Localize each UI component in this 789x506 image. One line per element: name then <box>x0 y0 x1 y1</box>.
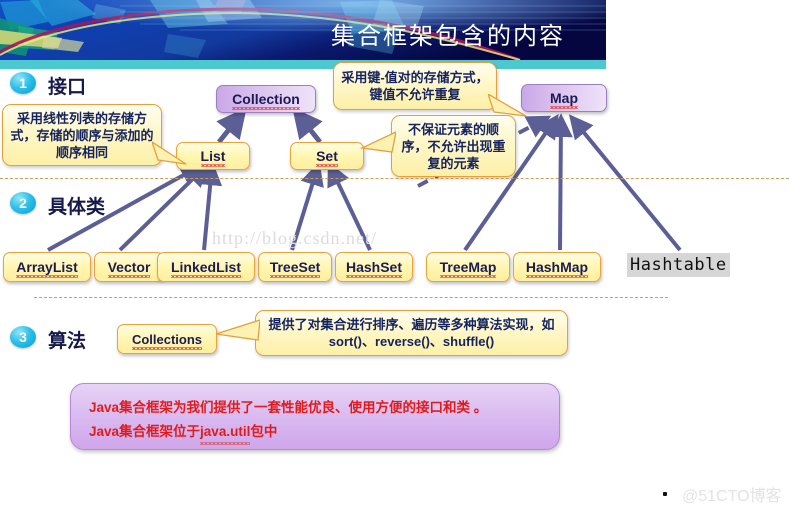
section-number-3: 3 <box>10 326 36 348</box>
node-set[interactable]: Set <box>290 142 364 170</box>
section-number-2: 2 <box>10 192 36 214</box>
node-treemap[interactable]: TreeMap <box>426 252 510 282</box>
callout-set-description: 不保证元素的顺序，不允许出现重复的元素 <box>391 115 516 177</box>
callout-list-tail <box>152 141 187 165</box>
summary-line-2: Java集合框架位于java.util包中 <box>89 422 543 445</box>
node-hashset[interactable]: HashSet <box>335 252 413 282</box>
node-arraylist[interactable]: ArrayList <box>3 252 91 282</box>
callout-set-tail <box>360 131 396 153</box>
title-banner: 集合框架包含的内容 <box>0 0 606 60</box>
divider-interfaces-classes <box>0 178 789 179</box>
section-label-algorithms: 算法 <box>48 331 87 352</box>
callout-algorithms-description: 提供了对集合进行排序、遍历等多种算法实现，如 sort()、reverse()、… <box>255 310 568 356</box>
page-title: 集合框架包含的内容 <box>331 24 565 50</box>
node-collections[interactable]: Collections <box>117 324 217 354</box>
section-label-classes: 具体类 <box>48 197 106 218</box>
node-hashmap[interactable]: HashMap <box>513 252 601 282</box>
watermark-center: http://blog.csdn.net/ <box>212 228 377 248</box>
watermark-corner: @51CTO博客 <box>682 488 782 505</box>
banner-accent-strip <box>0 60 606 69</box>
callout-map-description: 采用键-值对的存储方式，键值不允许重复 <box>333 62 497 110</box>
node-hashtable[interactable]: Hashtable <box>627 253 730 277</box>
node-treeset[interactable]: TreeSet <box>258 252 332 282</box>
node-collection[interactable]: Collection <box>216 85 316 113</box>
callout-algorithms-tail <box>215 319 260 341</box>
divider-classes-algorithms <box>34 297 668 298</box>
summary-line-1: Java集合框架为我们提供了一套性能优良、使用方便的接口和类 。 <box>89 400 488 415</box>
summary-box: Java集合框架为我们提供了一套性能优良、使用方便的接口和类 。 Java集合框… <box>70 383 560 450</box>
slide-canvas: 集合框架包含的内容 1 接口 Collection Map List Set 采… <box>0 0 789 506</box>
section-number-1: 1 <box>10 72 36 94</box>
node-map[interactable]: Map <box>521 84 607 112</box>
footer-dot <box>663 492 667 496</box>
node-linkedlist[interactable]: LinkedList <box>157 252 255 282</box>
node-vector[interactable]: Vector <box>94 252 164 282</box>
callout-list-description: 采用线性列表的存储方式，存储的顺序与添加的顺序相同 <box>2 104 162 166</box>
section-label-interfaces: 接口 <box>48 77 87 98</box>
